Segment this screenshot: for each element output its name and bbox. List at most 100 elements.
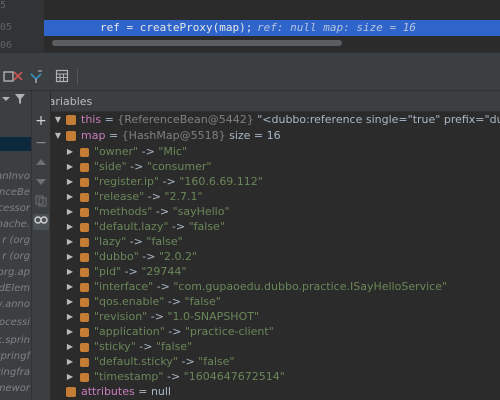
map-entry-row[interactable]: ▶ "register.ip" -> "160.6.69.112" [51,174,500,190]
entry-arrow: -> [171,220,186,233]
frame-item[interactable]: springf [0,351,31,367]
variable-row-map[interactable]: ▼ map = {HashMap@5518} size = 16 [51,128,500,144]
entry-icon [80,238,89,247]
step-over-icon[interactable] [28,69,44,85]
map-entry-row[interactable]: ▶ "default.lazy" -> "false" [51,219,500,235]
expand-arrow-icon[interactable]: ▶ [65,159,75,175]
horizontal-scrollbar-thumb[interactable] [52,40,342,46]
variable-value: null [150,385,171,398]
frame-item[interactable]: cessor [0,203,31,219]
code-editor[interactable]: 5 05 06 ref = createProxy(map); ref: nul… [0,0,500,52]
frame-item[interactable]: ldElem [0,283,31,299]
entry-arrow: -> [130,160,144,173]
entry-value: "consumer" [146,160,212,173]
dropdown-icon[interactable] [2,95,10,106]
move-up-icon[interactable] [33,155,49,171]
entry-key: "application" [94,325,165,338]
remove-watch-icon[interactable]: − [33,135,49,151]
map-entry-row[interactable]: ▶ "application" -> "practice-client" [51,324,500,340]
entry-icon [80,268,89,277]
entry-icon [80,373,89,382]
entry-icon [80,313,89,322]
entry-arrow: -> [150,310,164,323]
add-watch-icon[interactable]: + [33,113,49,129]
map-entry-row[interactable]: ▶ "owner" -> "Mic" [51,144,500,160]
expand-arrow-icon[interactable]: ▶ [65,369,75,385]
expand-arrow-icon[interactable]: ▶ [65,204,75,220]
variable-name: this [81,113,102,126]
entry-arrow: -> [166,370,181,383]
expand-arrow-icon[interactable]: ▶ [65,234,75,250]
map-entry-text: "methods" -> "sayHello" [94,204,230,220]
expand-arrow-icon[interactable]: ▶ [65,189,75,205]
map-entry-row[interactable]: ▶ "qos.enable" -> "false" [51,294,500,310]
entry-icon [80,193,89,202]
evaluate-icon[interactable] [54,69,70,85]
frame-item[interactable]: ocessi [0,317,31,333]
frame-item[interactable]: r (org [0,251,31,267]
entry-value: "false" [184,295,221,308]
entry-key: "default.sticky" [94,355,178,368]
expand-arrow-icon[interactable]: ▶ [65,324,75,340]
map-entry-row[interactable]: ▶ "timestamp" -> "1604647672514" [51,369,500,385]
map-entry-row[interactable]: ▶ "methods" -> "sayHello" [51,204,500,220]
current-execution-line[interactable]: ref = createProxy(map); ref: null map: s… [44,20,500,36]
expand-arrow-icon[interactable]: ▶ [65,294,75,310]
expand-arrow-icon[interactable]: ▶ [65,249,75,265]
expand-arrow-icon[interactable]: ▶ [65,219,75,235]
frame-item[interactable]: renceBe [0,187,31,203]
entry-arrow: -> [167,295,182,308]
entry-icon [80,358,89,367]
entry-arrow: -> [142,250,156,263]
map-entry-text: "release" -> "2.7.1" [94,189,203,205]
map-entry-row[interactable]: ▶ "interface" -> "com.gupaoedu.dubbo.prac… [51,279,500,295]
entry-arrow: -> [141,145,155,158]
variable-row-this[interactable]: ▼ this = {ReferenceBean@5442} "<dubbo:re… [51,112,500,128]
frame-item[interactable]: y.anno [0,299,31,315]
expand-arrow-icon[interactable]: ▶ [65,264,75,280]
expand-arrow-icon[interactable]: ▶ [65,174,75,190]
entry-value: "2.7.1" [164,190,203,203]
frame-item[interactable]: mewor [0,383,31,399]
filter-icon[interactable] [14,93,26,108]
map-entry-row[interactable]: ▶ "default.sticky" -> "false" [51,354,500,370]
map-entry-row[interactable]: ▶ "side" -> "consumer" [51,159,500,175]
map-entry-row[interactable]: ▶ "release" -> "2.7.1" [51,189,500,205]
entry-arrow: -> [139,340,153,353]
map-entry-text: "qos.enable" -> "false" [94,294,221,310]
map-entry-row[interactable]: ▶ "dubbo" -> "2.0.2" [51,249,500,265]
collapse-arrow-icon[interactable]: ▼ [53,128,63,144]
toolbar-divider [77,69,78,85]
show-watches-icon[interactable] [33,214,49,230]
map-entry-row[interactable]: ▶ "lazy" -> "false" [51,234,500,250]
entry-key: "revision" [94,310,148,323]
map-entry-row[interactable]: ▶ "sticky" -> "false" [51,339,500,355]
expand-arrow-icon[interactable]: ▶ [65,279,75,295]
frame-item[interactable]: k.sprin [0,335,31,351]
entry-key: "dubbo" [94,250,139,263]
frame-item[interactable]: ringfra [0,367,31,383]
variable-name: attributes [81,385,135,398]
expand-arrow-icon[interactable]: ▶ [65,309,75,325]
expand-arrow-icon[interactable]: ▶ [65,144,75,160]
line-number: 05 [0,22,13,33]
map-entry-text: "owner" -> "Mic" [94,144,187,160]
frame-item[interactable]: r (org [0,235,31,251]
variable-row-attributes[interactable]: attributes = null [51,384,500,400]
frame-selected[interactable] [0,137,31,151]
expand-arrow-icon[interactable]: ▶ [65,339,75,355]
copy-icon[interactable] [33,195,49,211]
frame-item[interactable]: pache. [0,219,31,235]
expand-arrow-icon[interactable]: ▶ [65,354,75,370]
map-entry-row[interactable]: ▶ "pid" -> "29744" [51,264,500,280]
watches-action-strip: + − [32,91,50,400]
map-entry-row[interactable]: ▶ "revision" -> "1.0-SNAPSHOT" [51,309,500,325]
move-down-icon[interactable] [33,175,49,191]
entry-value: "false" [146,235,183,248]
frame-item[interactable]: anInvo [0,171,31,187]
collapse-arrow-icon[interactable]: ▼ [53,112,63,128]
variable-value: "<dubbo:reference single="true" prefix="… [257,113,500,126]
map-entry-text: "default.lazy" -> "false" [94,219,225,235]
frame-item[interactable]: org.ap [0,267,31,283]
stop-icon[interactable] [10,69,26,85]
